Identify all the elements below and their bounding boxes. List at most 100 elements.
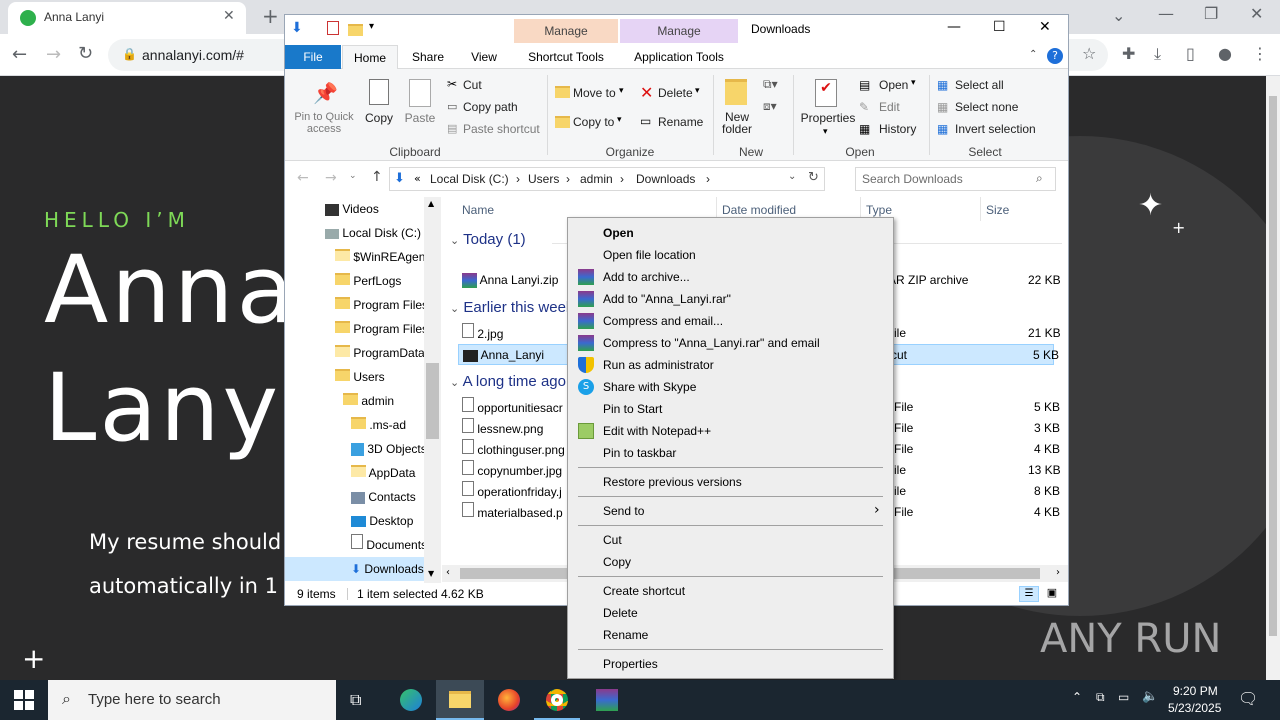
volume-icon[interactable]: 🔈 bbox=[1142, 689, 1158, 704]
new-folder-button[interactable]: New folder bbox=[717, 111, 757, 135]
up-icon[interactable]: ↑ bbox=[371, 169, 383, 185]
clock-date[interactable]: 5/23/2025 bbox=[1168, 701, 1221, 715]
menu-delete[interactable]: Delete bbox=[568, 602, 893, 624]
large-icons-view-icon[interactable]: ▣ bbox=[1043, 586, 1061, 602]
copy-button[interactable]: Copy bbox=[363, 111, 395, 125]
nav-users[interactable]: Users bbox=[335, 365, 385, 389]
reload-icon[interactable]: ↻ bbox=[78, 43, 93, 64]
menu-run-as-admin[interactable]: Run as administrator bbox=[568, 354, 893, 376]
breadcrumb-downloads[interactable]: Downloads bbox=[636, 172, 695, 186]
delete-dropdown-icon[interactable]: ▾ bbox=[695, 86, 700, 96]
breadcrumb-admin[interactable]: admin bbox=[580, 172, 613, 186]
menu-restore-previous-versions[interactable]: Restore previous versions bbox=[568, 471, 893, 493]
copy-to-button[interactable]: Copy to bbox=[573, 115, 614, 129]
menu-open-file-location[interactable]: Open file location bbox=[568, 244, 893, 266]
breadcrumb-users[interactable]: Users bbox=[528, 172, 559, 186]
nav-videos[interactable]: Videos bbox=[325, 197, 379, 221]
nav-program-files[interactable]: Program Files bbox=[335, 293, 428, 317]
nav-programdata[interactable]: ProgramData bbox=[335, 341, 425, 365]
nav-perflogs[interactable]: PerfLogs bbox=[335, 269, 401, 293]
maximize-icon[interactable]: ☐ bbox=[993, 19, 1006, 35]
winrar-taskbar-icon[interactable] bbox=[596, 689, 618, 711]
download-icon[interactable]: ⤓ bbox=[1154, 44, 1161, 64]
minimize-icon[interactable]: — bbox=[947, 19, 961, 35]
back-icon[interactable]: ← bbox=[12, 44, 27, 65]
side-panel-icon[interactable]: ▯ bbox=[1186, 44, 1195, 63]
paste-shortcut-button[interactable]: Paste shortcut bbox=[463, 122, 540, 136]
nav-appdata[interactable]: AppData bbox=[351, 461, 415, 485]
menu-open[interactable]: Open bbox=[568, 222, 893, 244]
tray-device-icon[interactable]: ⧉ bbox=[1096, 690, 1105, 705]
copy-path-button[interactable]: Copy path bbox=[463, 100, 518, 114]
forward-icon[interactable]: → bbox=[46, 44, 61, 65]
nav-contacts[interactable]: Contacts bbox=[351, 485, 416, 509]
taskbar-search-box[interactable]: ⌕ Type here to search bbox=[48, 680, 336, 720]
restore-icon[interactable]: ❐ bbox=[1204, 4, 1218, 23]
history-button[interactable]: History bbox=[879, 122, 916, 136]
quick-access-download-icon[interactable]: ⬇ bbox=[291, 20, 303, 36]
nav-admin[interactable]: admin bbox=[343, 389, 394, 413]
tray-overflow-icon[interactable]: ⌃ bbox=[1072, 690, 1082, 704]
breadcrumb-overflow-icon[interactable]: « bbox=[414, 172, 421, 185]
nav-winreagent[interactable]: $WinREAgent bbox=[335, 245, 429, 269]
rename-button[interactable]: Rename bbox=[658, 115, 703, 129]
close-window-icon[interactable]: ✕ bbox=[1250, 4, 1263, 23]
invert-selection-button[interactable]: Invert selection bbox=[955, 122, 1036, 136]
menu-compress-and-email[interactable]: Compress and email... bbox=[568, 310, 893, 332]
paste-button[interactable]: Paste bbox=[403, 111, 437, 125]
details-view-icon[interactable]: ☰ bbox=[1019, 586, 1039, 602]
column-date-modified[interactable]: Date modified bbox=[722, 203, 796, 217]
file-explorer-taskbar-button[interactable] bbox=[436, 680, 484, 720]
group-today[interactable]: ⌄ Today (1) bbox=[450, 231, 526, 248]
tab-file[interactable]: File bbox=[285, 45, 341, 69]
new-item-icon[interactable]: ⧉▾ bbox=[763, 77, 778, 92]
scroll-right-icon[interactable]: › bbox=[1056, 567, 1060, 578]
close-icon[interactable]: ✕ bbox=[1039, 19, 1051, 35]
scroll-down-icon[interactable]: ▼ bbox=[428, 569, 434, 578]
move-to-button[interactable]: Move to bbox=[573, 86, 616, 100]
profile-icon[interactable]: ● bbox=[1218, 44, 1232, 63]
nav-program-files-x86[interactable]: Program Files bbox=[335, 317, 428, 341]
select-all-button[interactable]: Select all bbox=[955, 78, 1004, 92]
nav-3d-objects[interactable]: 3D Objects bbox=[351, 437, 427, 461]
properties-qat-icon[interactable] bbox=[327, 21, 339, 35]
breadcrumb[interactable]: ⬇ « Local Disk (C:) › Users › admin › Do… bbox=[389, 167, 825, 191]
select-none-button[interactable]: Select none bbox=[955, 100, 1018, 114]
edit-button[interactable]: Edit bbox=[879, 100, 900, 114]
tab-search-icon[interactable]: ⌄ bbox=[1112, 6, 1125, 25]
column-type[interactable]: Type bbox=[866, 203, 892, 217]
edge-icon[interactable] bbox=[400, 689, 422, 711]
copy-to-dropdown-icon[interactable]: ▾ bbox=[617, 115, 622, 125]
nav-local-disk[interactable]: Local Disk (C:) bbox=[325, 221, 421, 245]
menu-send-to[interactable]: Send to bbox=[568, 500, 893, 522]
ribbon-collapse-icon[interactable]: ⌃ bbox=[1029, 49, 1037, 60]
notifications-icon[interactable]: 🗨 bbox=[1238, 689, 1258, 708]
scroll-thumb[interactable] bbox=[426, 363, 439, 439]
column-size[interactable]: Size bbox=[986, 203, 1009, 217]
menu-edit-with-notepad[interactable]: Edit with Notepad++ bbox=[568, 420, 893, 442]
clock-time[interactable]: 9:20 PM bbox=[1173, 684, 1218, 698]
scroll-thumb[interactable] bbox=[1269, 96, 1277, 636]
recent-dropdown-icon[interactable]: ⌄ bbox=[349, 171, 357, 181]
properties-button[interactable]: Properties bbox=[800, 111, 856, 125]
open-dropdown-icon[interactable]: ▾ bbox=[911, 78, 916, 88]
nav-downloads[interactable]: ⬇ Downloads bbox=[285, 557, 441, 581]
refresh-icon[interactable]: ↻ bbox=[808, 170, 819, 185]
help-icon[interactable]: ? bbox=[1047, 48, 1063, 64]
menu-copy[interactable]: Copy bbox=[568, 551, 893, 573]
nav-ms-ad[interactable]: .ms-ad bbox=[351, 413, 406, 437]
scroll-left-icon[interactable]: ‹ bbox=[446, 567, 450, 578]
address-dropdown-icon[interactable]: ⌄ bbox=[788, 171, 796, 182]
menu-pin-to-start[interactable]: Pin to Start bbox=[568, 398, 893, 420]
chrome-icon[interactable] bbox=[546, 689, 568, 711]
cut-button[interactable]: Cut bbox=[463, 78, 482, 92]
tab-home[interactable]: Home bbox=[342, 45, 398, 70]
search-downloads-input[interactable]: Search Downloads ⌕ bbox=[855, 167, 1056, 191]
folder-qat-icon[interactable] bbox=[348, 24, 363, 36]
firefox-icon[interactable] bbox=[498, 689, 520, 711]
menu-add-to-rar[interactable]: Add to "Anna_Lanyi.rar" bbox=[568, 288, 893, 310]
menu-cut[interactable]: Cut bbox=[568, 529, 893, 551]
back-icon[interactable]: ← bbox=[297, 170, 309, 186]
tab-view[interactable]: View bbox=[459, 45, 509, 69]
forward-icon[interactable]: → bbox=[325, 170, 337, 186]
